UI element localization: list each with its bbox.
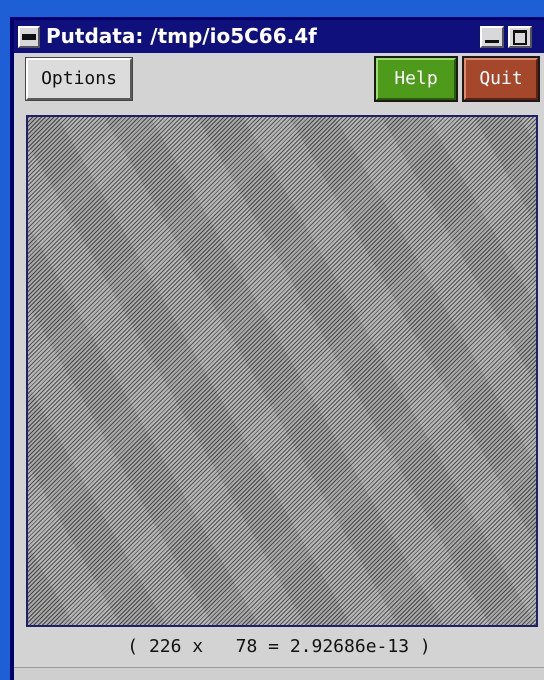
window-menu-icon[interactable] — [18, 26, 40, 48]
desktop-background: Putdata: /tmp/io5C66.4f Options Help Qui… — [0, 0, 544, 680]
quit-button[interactable]: Quit — [462, 56, 540, 102]
window-title: Putdata: /tmp/io5C66.4f — [46, 24, 317, 48]
putdata-window: Putdata: /tmp/io5C66.4f Options Help Qui… — [10, 17, 544, 680]
data-image-canvas[interactable] — [26, 115, 538, 627]
window-bottom-border — [14, 667, 544, 680]
title-bar[interactable]: Putdata: /tmp/io5C66.4f — [14, 20, 544, 53]
minimize-icon[interactable] — [480, 26, 504, 48]
options-button[interactable]: Options — [25, 57, 133, 101]
pixel-value-readout: ( 226 x 78 = 2.92686e-13 ) — [127, 636, 431, 657]
window-client-area: Options Help Quit ( 226 x 78 = 2.92686e-… — [14, 53, 544, 680]
help-button[interactable]: Help — [374, 56, 458, 102]
maximize-icon[interactable] — [508, 26, 532, 48]
